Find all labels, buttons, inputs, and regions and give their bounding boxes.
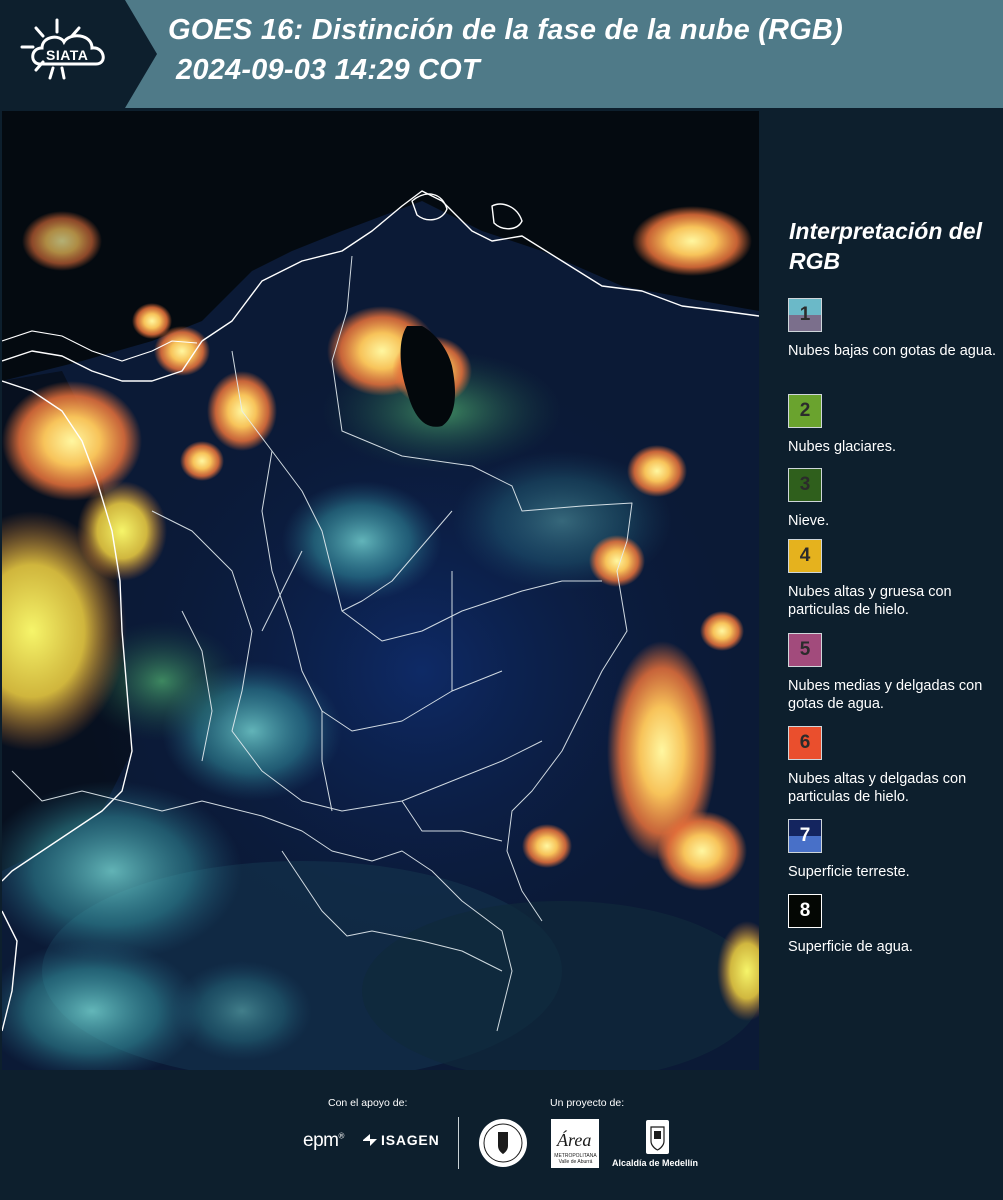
alcaldia-seal-icon	[479, 1119, 527, 1167]
medellin-shield-icon	[646, 1120, 669, 1154]
legend-label-5: Nubes medias y delgadas con gotas de agu…	[788, 678, 983, 712]
legend-swatch-4: 4	[788, 539, 822, 573]
area-logo-text: Área	[557, 1130, 592, 1150]
legend-label-1: Nubes bajas con gotas de agua.	[788, 343, 996, 359]
legend-swatch-2: 2	[788, 394, 822, 428]
legend-label-6: Nubes altas y delgadas con particulas de…	[788, 771, 967, 805]
page-title: GOES 16: Distinción de la fase de la nub…	[168, 14, 843, 46]
footer: Con el apoyo de: Un proyecto de: epm® IS…	[0, 1070, 1003, 1200]
legend-swatch-8: 8	[788, 894, 822, 928]
alcaldia-medellin-logo: Alcaldía de Medellín	[612, 1158, 699, 1168]
legend-label-7: Superficie terreste.	[788, 864, 910, 880]
siata-logo-text: SIATA	[46, 47, 89, 63]
satellite-map[interactable]	[2, 111, 759, 1070]
legend-panel: Interpretación del RGB 1 Nubes bajas con…	[775, 108, 1003, 1070]
isagen-mark-icon	[363, 1134, 377, 1146]
legend-label-4: Nubes altas y gruesa con particulas de h…	[788, 584, 952, 618]
legend-swatch-1: 1	[788, 298, 822, 332]
legend-label-8: Superficie de agua.	[788, 939, 913, 955]
siata-logo: SIATA	[0, 0, 157, 108]
support-label: Con el apoyo de:	[328, 1097, 408, 1109]
satellite-image	[2, 111, 759, 1070]
legend-swatch-7: 7	[788, 819, 822, 853]
legend-swatch-6: 6	[788, 726, 822, 760]
epm-logo: epm®	[303, 1130, 344, 1151]
legend-label-2: Nubes glaciares.	[788, 439, 896, 455]
isagen-logo: ISAGEN	[381, 1132, 440, 1148]
area-logo-subtext: METROPOLITANA Valle de Aburrá	[554, 1153, 597, 1165]
image-datetime: 2024-09-03 14:29 COT	[176, 54, 480, 86]
header-bar: SIATA GOES 16: Distinción de la fase de …	[0, 0, 1003, 108]
legend-title: Interpretación del RGB	[789, 218, 982, 274]
project-label: Un proyecto de:	[550, 1097, 625, 1109]
legend-label-3: Nieve.	[788, 513, 830, 529]
footer-divider	[458, 1117, 459, 1169]
legend-swatch-3: 3	[788, 468, 822, 502]
legend-swatch-5: 5	[788, 633, 822, 667]
